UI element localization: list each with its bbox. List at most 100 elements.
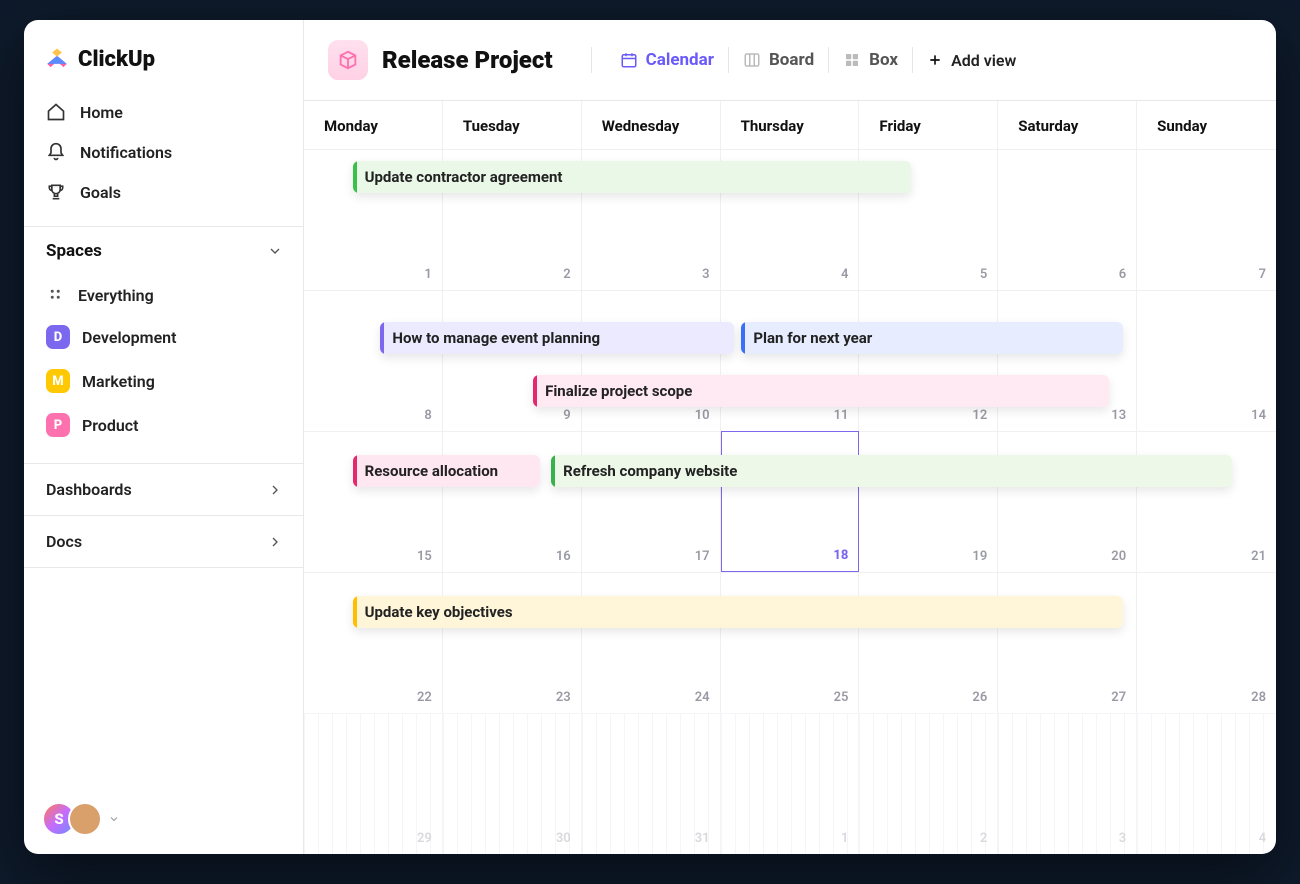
view-tab-box-label: Box <box>869 50 898 70</box>
calendar-cell[interactable]: 8 <box>304 290 443 431</box>
calendar-date-number: 23 <box>556 690 571 705</box>
trophy-icon <box>46 182 66 202</box>
view-tab-board-label: Board <box>769 50 814 70</box>
calendar-cell[interactable]: 4 <box>1137 713 1276 854</box>
calendar-date-number: 4 <box>841 267 848 282</box>
calendar-day-header: Monday <box>304 101 443 149</box>
calendar-event[interactable]: Update contractor agreement <box>353 161 911 193</box>
calendar-event[interactable]: Update key objectives <box>353 596 1124 628</box>
calendar-cell[interactable]: 6 <box>998 149 1137 290</box>
calendar-cell[interactable]: 2 <box>859 713 998 854</box>
calendar-date-number: 16 <box>556 549 571 564</box>
calendar-date-number: 2 <box>563 267 570 282</box>
calendar-day-header: Friday <box>859 101 998 149</box>
chevron-right-icon <box>267 482 283 498</box>
calendar-event[interactable]: How to manage event planning <box>380 322 734 354</box>
calendar-event[interactable]: Finalize project scope <box>533 375 1109 407</box>
view-tabs: Calendar Board Box Add view <box>620 47 1017 73</box>
calendar-cell[interactable]: 12 <box>859 290 998 431</box>
view-tab-calendar-label: Calendar <box>646 50 714 70</box>
calendar-date-number: 20 <box>1111 549 1126 564</box>
space-product-badge: P <box>46 413 70 437</box>
cube-icon <box>337 49 359 71</box>
brand-logo[interactable]: ClickUp <box>24 20 303 90</box>
calendar-event[interactable]: Resource allocation <box>353 455 540 487</box>
calendar-cell[interactable]: 15 <box>304 431 443 572</box>
spaces-header-label: Spaces <box>46 241 102 261</box>
nav-home-label: Home <box>80 103 123 122</box>
spaces-header[interactable]: Spaces <box>24 227 303 275</box>
calendar-date-number: 24 <box>695 690 710 705</box>
space-product[interactable]: P Product <box>34 403 293 447</box>
calendar-cell[interactable]: 25 <box>721 572 860 713</box>
calendar-day-header: Saturday <box>998 101 1137 149</box>
calendar-cell[interactable]: 27 <box>998 572 1137 713</box>
home-icon <box>46 102 66 122</box>
space-product-label: Product <box>82 416 139 435</box>
nav-notifications[interactable]: Notifications <box>34 132 293 172</box>
user-avatars[interactable]: S <box>42 802 120 836</box>
calendar-cell[interactable]: 30 <box>443 713 582 854</box>
nav-goals-label: Goals <box>80 183 121 202</box>
bell-icon <box>46 142 66 162</box>
calendar-date-number: 17 <box>695 549 710 564</box>
space-marketing[interactable]: M Marketing <box>34 359 293 403</box>
calendar-cell[interactable]: 3 <box>998 713 1137 854</box>
plus-icon <box>927 52 943 68</box>
view-tab-board[interactable]: Board <box>743 50 814 70</box>
project-title: Release Project <box>382 46 553 74</box>
calendar-cell[interactable]: 18 <box>721 431 860 572</box>
calendar-date-number: 22 <box>417 690 432 705</box>
calendar-cell[interactable]: 9 <box>443 290 582 431</box>
calendar-cell[interactable]: 11 <box>721 290 860 431</box>
calendar-date-number: 21 <box>1251 549 1266 564</box>
calendar-date-number: 13 <box>1111 408 1126 423</box>
calendar-event[interactable]: Plan for next year <box>741 322 1123 354</box>
calendar-date-number: 29 <box>417 831 432 846</box>
calendar-cell[interactable]: 10 <box>582 290 721 431</box>
add-view-button[interactable]: Add view <box>927 51 1016 70</box>
calendar-date-number: 18 <box>833 548 848 563</box>
calendar-cell[interactable]: 13 <box>998 290 1137 431</box>
view-tab-box[interactable]: Box <box>843 50 898 70</box>
calendar-cell[interactable]: 26 <box>859 572 998 713</box>
nav-home[interactable]: Home <box>34 92 293 132</box>
calendar-cell[interactable]: 23 <box>443 572 582 713</box>
calendar-event[interactable]: Refresh company website <box>551 455 1231 487</box>
calendar-cell[interactable]: 29 <box>304 713 443 854</box>
space-development-badge: D <box>46 325 70 349</box>
calendar-day-header: Wednesday <box>582 101 721 149</box>
space-everything[interactable]: Everything <box>34 275 293 315</box>
calendar-cell[interactable]: 7 <box>1137 149 1276 290</box>
calendar-cell[interactable]: 21 <box>1137 431 1276 572</box>
calendar-date-number: 3 <box>702 267 709 282</box>
spaces-list: Everything D Development M Marketing P P… <box>24 275 303 463</box>
nav-dashboards[interactable]: Dashboards <box>24 463 303 515</box>
calendar-cell[interactable]: 14 <box>1137 290 1276 431</box>
space-everything-label: Everything <box>78 286 154 305</box>
calendar-cell[interactable]: 19 <box>859 431 998 572</box>
chevron-down-icon <box>108 813 120 825</box>
space-marketing-label: Marketing <box>82 372 155 391</box>
calendar-cell[interactable]: 20 <box>998 431 1137 572</box>
topbar: Release Project Calendar Board Box <box>304 20 1276 100</box>
nav-goals[interactable]: Goals <box>34 172 293 212</box>
space-development[interactable]: D Development <box>34 315 293 359</box>
calendar-cell[interactable]: 22 <box>304 572 443 713</box>
view-tab-calendar[interactable]: Calendar <box>620 50 714 70</box>
space-development-label: Development <box>82 328 176 347</box>
project-icon[interactable] <box>328 40 368 80</box>
nav-dashboards-label: Dashboards <box>46 480 132 499</box>
calendar-cell[interactable]: 28 <box>1137 572 1276 713</box>
calendar-cell[interactable]: 31 <box>582 713 721 854</box>
calendar-date-number: 11 <box>834 408 849 423</box>
calendar: MondayTuesdayWednesdayThursdayFridaySatu… <box>304 100 1276 854</box>
calendar-cell[interactable]: 1 <box>721 713 860 854</box>
calendar-date-number: 6 <box>1119 267 1126 282</box>
calendar-cell[interactable]: 16 <box>443 431 582 572</box>
calendar-cell[interactable]: 17 <box>582 431 721 572</box>
avatar-teammate[interactable] <box>68 802 102 836</box>
calendar-cell[interactable]: 24 <box>582 572 721 713</box>
nav-docs[interactable]: Docs <box>24 515 303 568</box>
nav-docs-label: Docs <box>46 532 82 551</box>
